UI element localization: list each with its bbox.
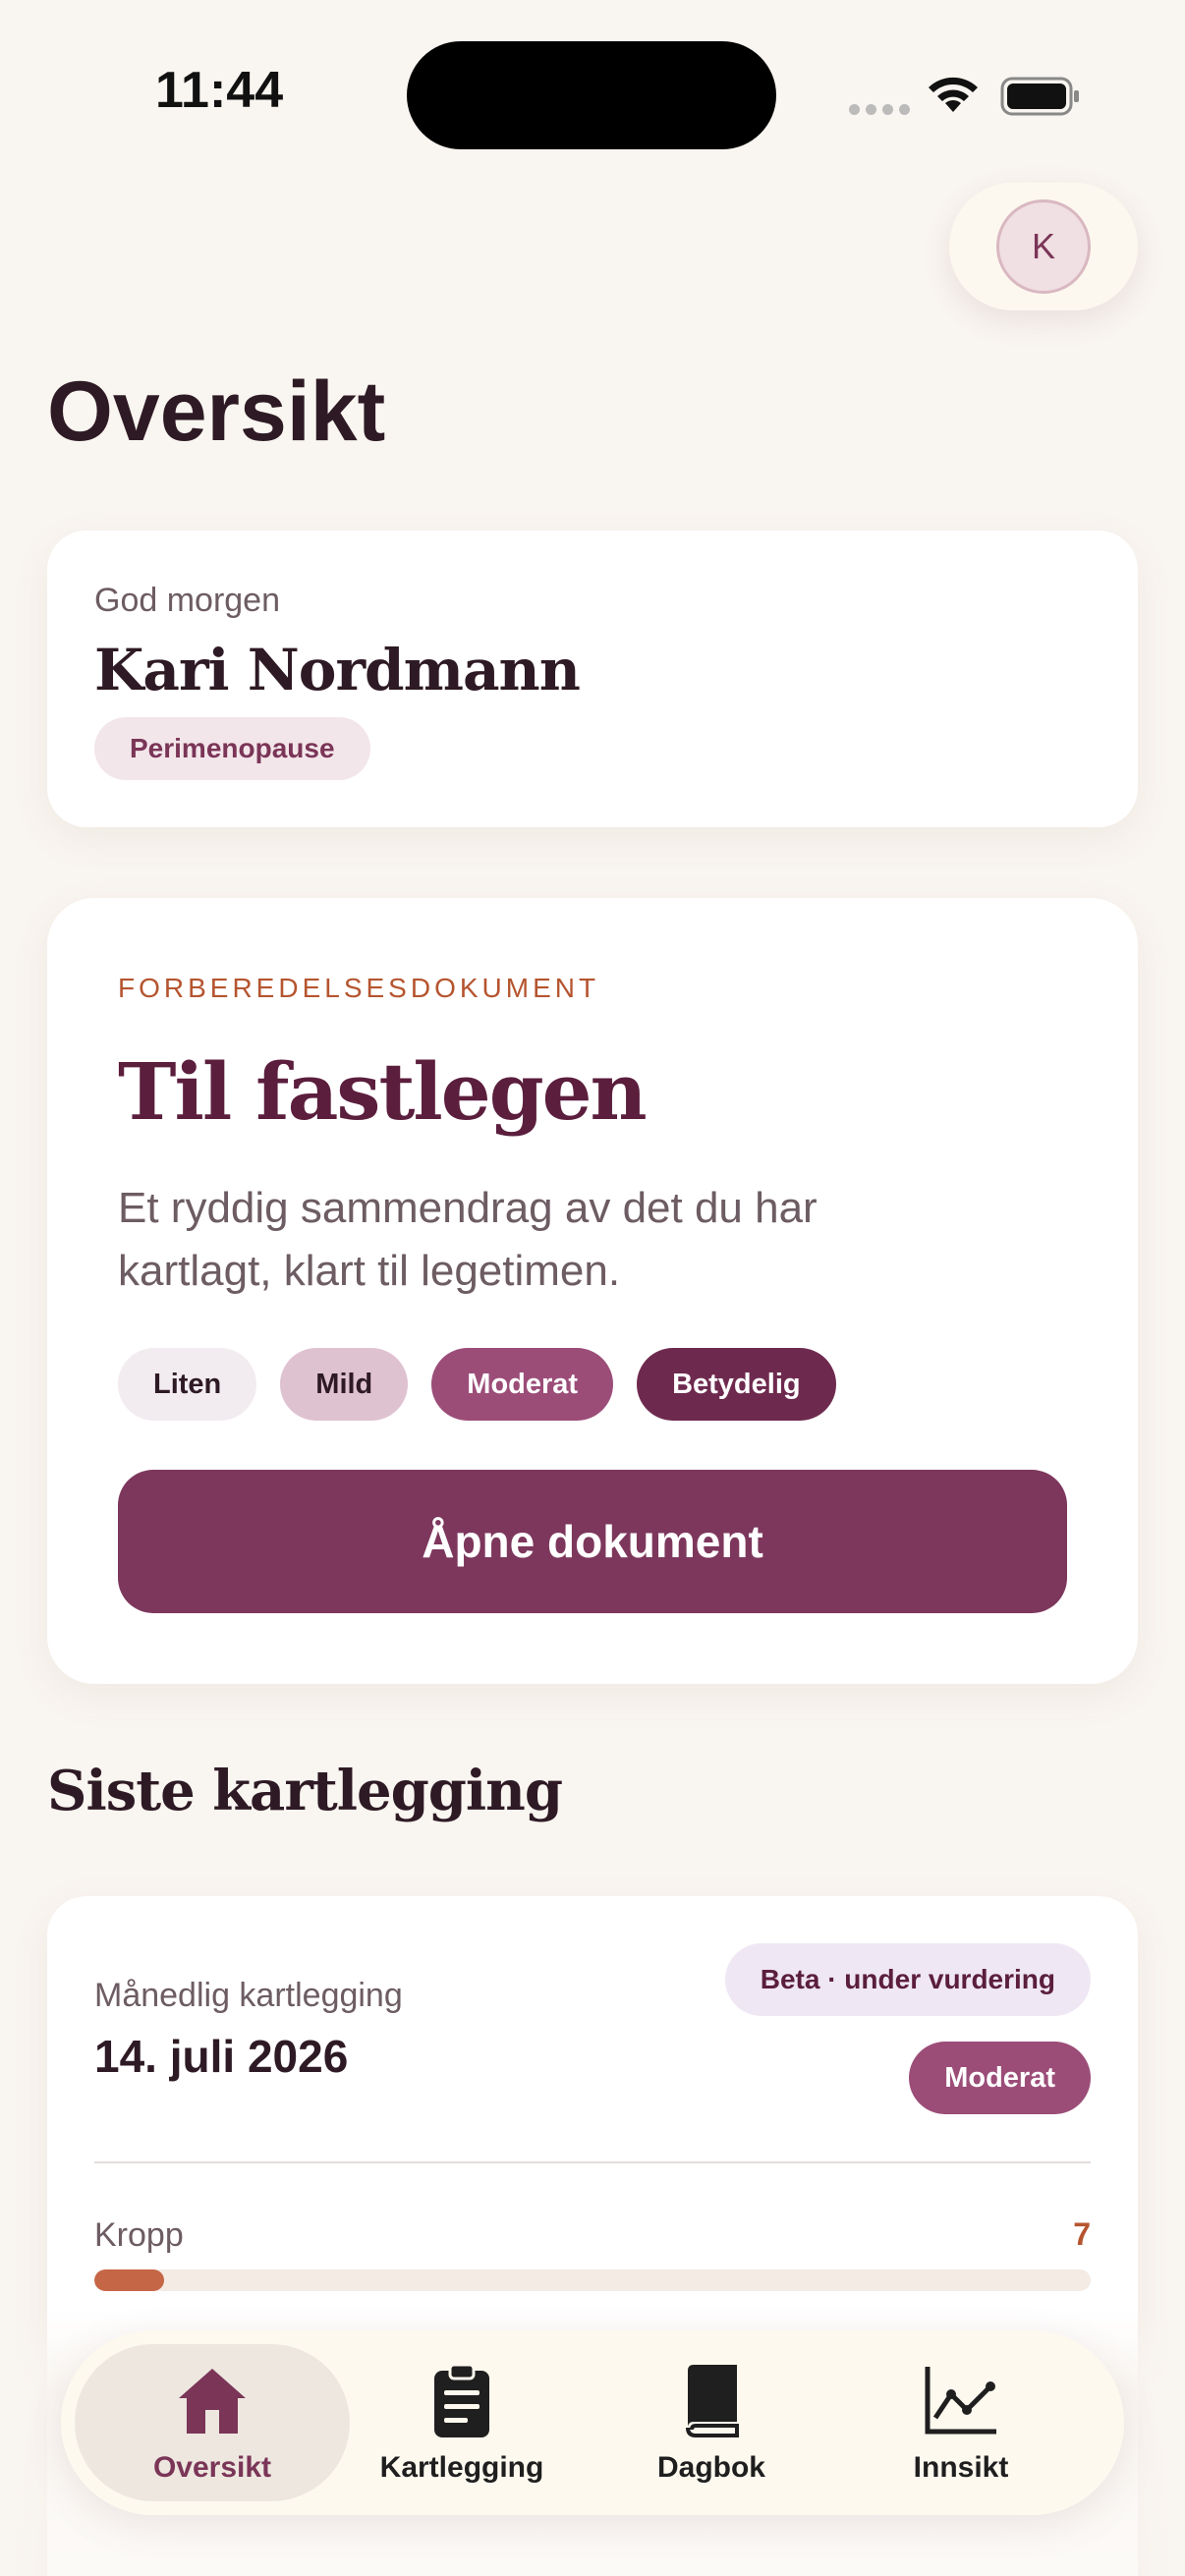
- greeting-label: God morgen: [94, 582, 280, 619]
- document-card: FORBEREDELSESDOKUMENT Til fastlegen Et r…: [47, 898, 1138, 1684]
- signal-icon: [849, 104, 910, 115]
- battery-icon: [1000, 77, 1079, 116]
- severity-chip-liten: Liten: [118, 1348, 257, 1421]
- tab-oversikt[interactable]: Oversikt: [75, 2344, 350, 2501]
- avatar: K: [996, 199, 1091, 294]
- open-document-button[interactable]: Åpne dokument: [118, 1470, 1067, 1613]
- clipboard-icon: [434, 2363, 489, 2437]
- severity-chip-moderat: Moderat: [431, 1348, 614, 1421]
- wifi-icon: [929, 77, 978, 112]
- tab-label: Dagbok: [656, 2451, 765, 2484]
- beta-badge: Beta · under vurdering: [724, 1943, 1091, 2016]
- dynamic-island: [407, 41, 776, 149]
- status-time: 11:44: [155, 62, 284, 119]
- severity-chip-betydelig: Betydelig: [637, 1348, 836, 1421]
- tab-kartlegging[interactable]: Kartlegging: [324, 2344, 599, 2501]
- severity-badge: Moderat: [909, 2042, 1091, 2114]
- assessment-date: 14. juli 2026: [94, 2031, 349, 2082]
- book-icon: [686, 2365, 739, 2437]
- metric-bar-fill: [94, 2269, 164, 2291]
- document-kicker: FORBEREDELSESDOKUMENT: [118, 973, 600, 1003]
- phase-badge: Perimenopause: [94, 717, 370, 780]
- document-title: Til fastlegen: [118, 1045, 648, 1138]
- tab-bar: Oversikt Kartlegging Dagbok Innsikt: [61, 2330, 1124, 2515]
- profile-button[interactable]: K: [949, 183, 1138, 310]
- greeting-card: God morgen Kari Nordmann Perimenopause: [47, 531, 1138, 827]
- tab-label: Innsikt: [913, 2451, 1009, 2484]
- metric-bar-track: [94, 2269, 1091, 2291]
- section-title: Siste kartlegging: [47, 1759, 563, 1823]
- tab-dagbok[interactable]: Dagbok: [574, 2344, 849, 2501]
- page-title: Oversikt: [47, 364, 386, 459]
- tab-label: Kartlegging: [379, 2451, 544, 2484]
- metric-value: 7: [1073, 2216, 1091, 2252]
- assessment-type: Månedlig kartlegging: [94, 1977, 403, 2014]
- metric-label: Kropp: [94, 2216, 184, 2254]
- chart-icon: [925, 2367, 996, 2435]
- severity-chip-mild: Mild: [280, 1348, 409, 1421]
- tab-innsikt[interactable]: Innsikt: [823, 2344, 1099, 2501]
- tab-label: Oversikt: [152, 2451, 272, 2484]
- severity-legend: Liten Mild Moderat Betydelig: [118, 1348, 836, 1421]
- divider: [94, 2161, 1091, 2163]
- user-name: Kari Nordmann: [94, 637, 581, 703]
- home-icon: [179, 2369, 246, 2434]
- document-description: Et ryddig sammendrag av det du har kartl…: [118, 1184, 818, 1295]
